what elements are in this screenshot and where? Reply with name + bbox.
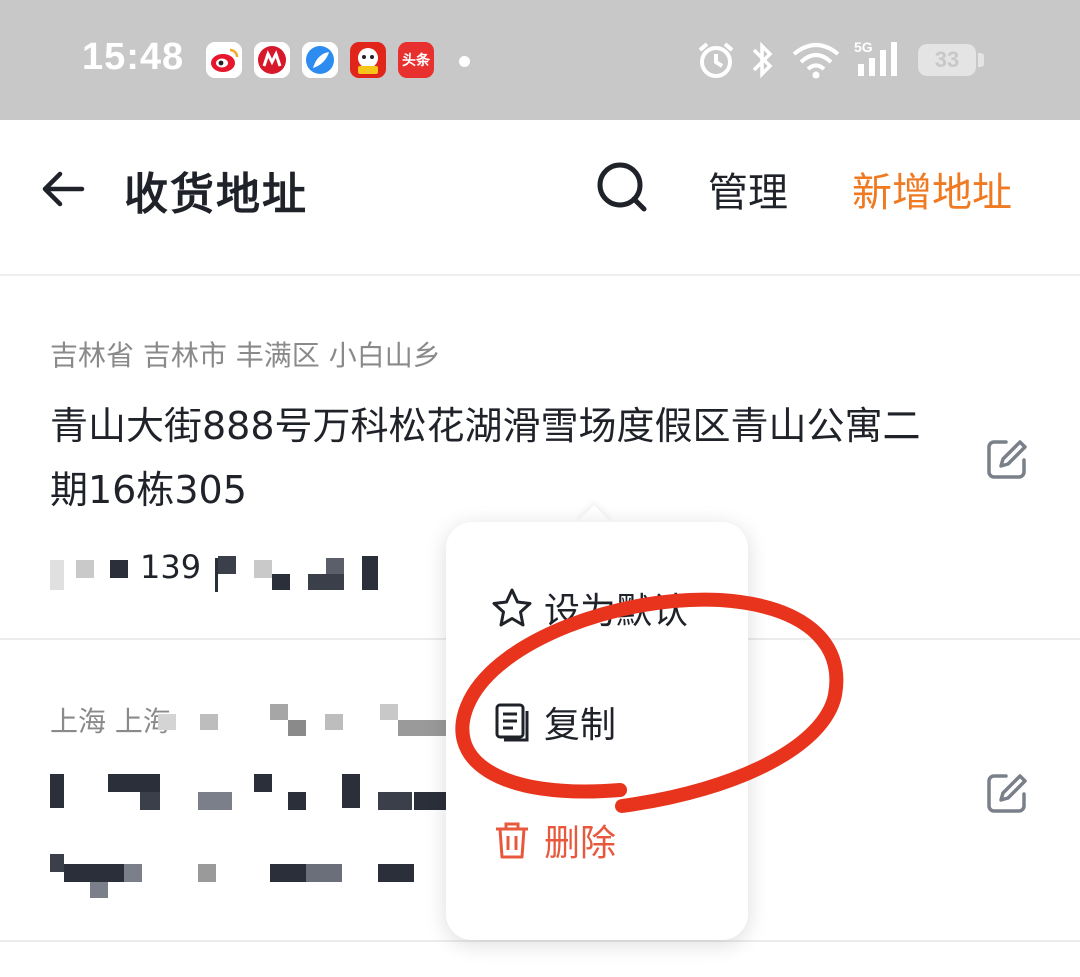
page-header: 收货地址 管理 新增地址 [0, 120, 1080, 276]
status-time: 15:48 [82, 36, 185, 78]
battery-tip [978, 53, 984, 67]
copy-icon [495, 703, 529, 742]
edit-icon[interactable] [984, 436, 1030, 482]
battery-level: 33 [934, 47, 960, 72]
weibo-icon [206, 42, 242, 78]
address-street: 青山大街888号万科松花湖滑雪场度假区青山公寓二期16栋305 [50, 404, 921, 512]
page-title: 收货地址 [124, 169, 308, 220]
status-bar: 15:48 头条 5G 33 [0, 0, 1080, 120]
back-arrow-icon[interactable] [38, 164, 88, 214]
menu-item-set-default[interactable]: 设为默认 [490, 582, 688, 634]
manage-button[interactable]: 管理 [708, 160, 788, 218]
add-address-button[interactable]: 新增地址 [852, 160, 1012, 218]
toutiao-icon-label: 头条 [402, 53, 430, 69]
menu-item-label: 设为默认 [544, 591, 689, 632]
jd-icon [350, 42, 386, 78]
search-icon[interactable] [594, 160, 650, 216]
context-menu: 设为默认 复制 删除 [446, 522, 748, 940]
star-icon [492, 588, 532, 627]
toutiao-icon: 头条 [398, 42, 434, 78]
notification-dot [459, 56, 470, 67]
menu-item-delete[interactable]: 删除 [490, 814, 616, 866]
cmb-bank-icon [254, 42, 290, 78]
trash-icon [496, 822, 528, 859]
redacted-address [50, 690, 460, 954]
wifi-icon [792, 43, 840, 79]
menu-item-label: 删除 [544, 823, 617, 864]
network-type: 5G [854, 39, 873, 55]
feather-app-icon [302, 42, 338, 78]
menu-item-label: 复制 [544, 705, 617, 746]
cellular-signal-icon: 5G [854, 39, 897, 76]
edit-icon[interactable] [984, 770, 1030, 816]
address-region: 吉林省 吉林市 丰满区 小白山乡 [50, 339, 441, 372]
redacted-name [50, 552, 380, 600]
alarm-icon [698, 42, 734, 78]
menu-item-copy[interactable]: 复制 [490, 696, 616, 748]
bluetooth-icon [752, 41, 773, 79]
